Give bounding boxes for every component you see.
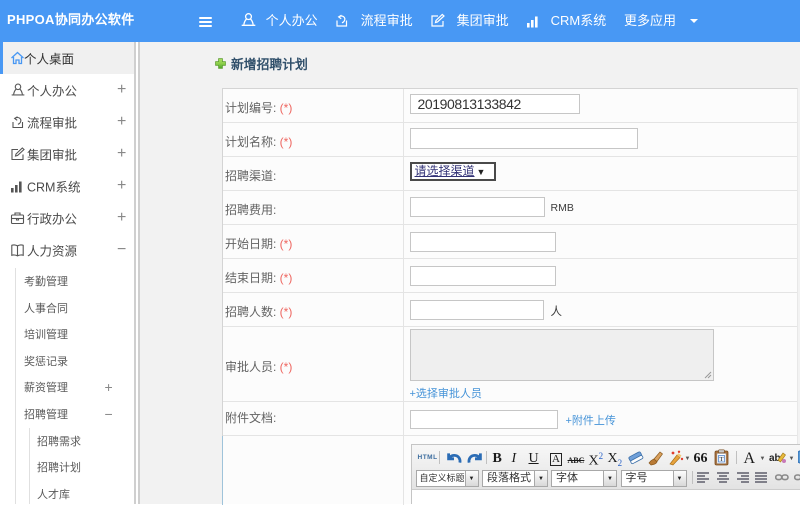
svg-text:T: T [719, 456, 723, 463]
